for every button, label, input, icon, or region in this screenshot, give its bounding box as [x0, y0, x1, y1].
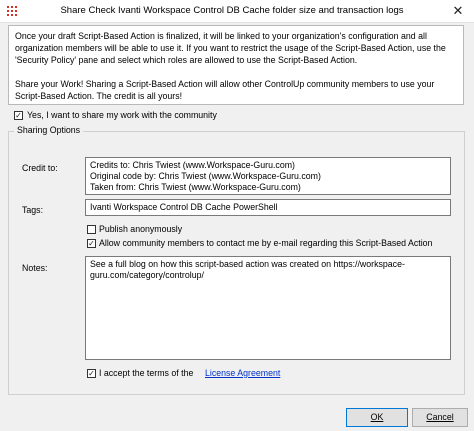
credit-line-credits: Credits to: Chris Twiest (www.Workspace-… — [90, 160, 295, 170]
close-icon[interactable]: ✕ — [446, 1, 470, 21]
sharing-options-legend: Sharing Options — [14, 125, 84, 135]
credit-textarea[interactable]: Credits to: Chris Twiest (www.Workspace-… — [85, 157, 451, 195]
ok-button-label: OK — [370, 412, 384, 422]
notes-textarea[interactable]: See a full blog on how this script-based… — [85, 256, 451, 360]
notes-value: See a full blog on how this script-based… — [90, 259, 405, 280]
cancel-button-label: Cancel — [426, 412, 454, 422]
info-paragraph-finalized: Once your draft Script-Based Action is f… — [15, 31, 446, 65]
credit-label: Credit to: — [22, 163, 58, 173]
info-paragraph-share: Share your Work! Sharing a Script-Based … — [15, 79, 435, 101]
checkmark-icon: ✓ — [88, 369, 95, 378]
credit-line-taken: Taken from: Chris Twiest (www.Workspace-… — [90, 182, 301, 192]
publish-anonymously-label[interactable]: Publish anonymously — [99, 224, 182, 234]
window-title: Share Check Ivanti Workspace Control DB … — [60, 5, 404, 16]
tags-value: Ivanti Workspace Control DB Cache PowerS… — [90, 202, 278, 212]
tags-input[interactable]: Ivanti Workspace Control DB Cache PowerS… — [85, 199, 451, 216]
allow-contact-label[interactable]: Allow community members to contact me by… — [99, 238, 432, 248]
ok-button[interactable]: OK — [346, 408, 408, 427]
controlup-grid-icon — [7, 6, 17, 16]
info-panel: Once your draft Script-Based Action is f… — [8, 25, 464, 105]
checkmark-icon: ✓ — [15, 111, 22, 120]
credit-line-original: Original code by: Chris Twiest (www.Work… — [90, 171, 321, 181]
tags-label: Tags: — [22, 205, 44, 215]
cancel-button[interactable]: Cancel — [412, 408, 468, 427]
share-checkbox[interactable]: ✓ — [14, 111, 23, 120]
accept-terms-checkbox[interactable]: ✓ — [87, 369, 96, 378]
allow-contact-checkbox[interactable]: ✓ — [87, 239, 96, 248]
notes-label: Notes: — [22, 263, 48, 273]
publish-anonymously-checkbox[interactable] — [87, 225, 96, 234]
checkmark-icon: ✓ — [88, 239, 95, 248]
share-checkbox-label[interactable]: Yes, I want to share my work with the co… — [27, 110, 217, 120]
license-agreement-link[interactable]: License Agreement — [205, 368, 280, 378]
accept-terms-label[interactable]: I accept the terms of the — [99, 368, 193, 378]
